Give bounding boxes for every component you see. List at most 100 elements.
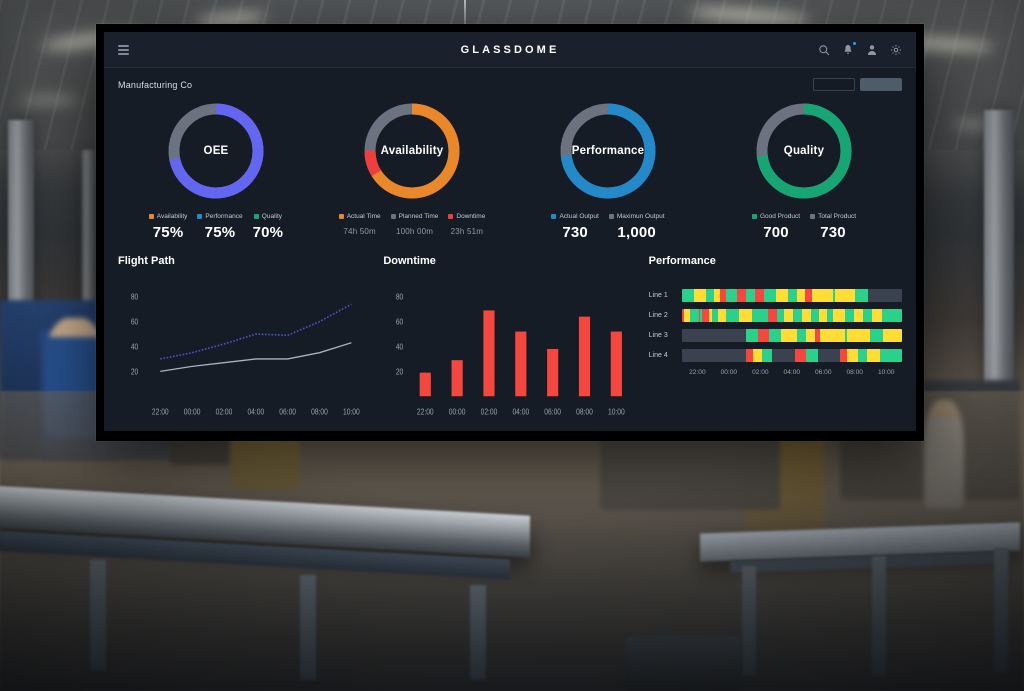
gauge-legend: Good Product 700 Total Product 730 <box>751 213 856 241</box>
legend-swatch-icon <box>751 214 757 219</box>
bell-icon[interactable] <box>842 41 856 56</box>
timeline-segment-good <box>806 349 819 362</box>
legend-item: Maximun Output 1,000 <box>608 213 665 241</box>
gauge-card-availability: Availability Actual Time 74h 50m Planned Ti… <box>314 99 510 241</box>
legend-label-row: Quality <box>253 213 283 220</box>
performance-timeline: Line 1 Line 2 Line 3 Line 4 22:00 00:00 02:00… <box>649 277 902 423</box>
timeline-bar[interactable] <box>681 309 902 322</box>
x-axis-tick-label: 10:00 <box>343 407 360 417</box>
timeline-segment-warn <box>801 309 811 322</box>
legend-item: Total Product 730 <box>810 213 856 241</box>
x-axis-tick-label: 08:00 <box>846 369 863 376</box>
bar <box>611 331 623 397</box>
legend-name: Performance <box>205 213 243 220</box>
donut-chart-quality: Quality <box>752 99 856 203</box>
legend-item: Availability 75% <box>148 213 188 241</box>
x-axis-tick-label: 22:00 <box>417 407 434 417</box>
legend-label-row: Total Product <box>810 213 856 220</box>
timeline-segment-idle <box>681 349 746 362</box>
toggle-button-right[interactable] <box>860 78 902 91</box>
donut-label: OEE <box>203 145 229 157</box>
timeline-segment-good <box>751 309 768 322</box>
timeline-segment-warn <box>820 329 845 342</box>
panel-performance-timeline: Performance Line 1 Line 2 Line 3 Line 4 22:… <box>649 255 902 423</box>
legend-value: 74h 50m <box>343 227 376 236</box>
timeline-segment-idle <box>818 349 841 362</box>
legend-value: 100h 00m <box>395 227 434 236</box>
timeline-segment-warn <box>833 309 845 322</box>
user-icon[interactable] <box>866 44 878 56</box>
legend-label-row: Actual Output <box>551 213 599 220</box>
legend-swatch-icon <box>148 214 154 219</box>
x-axis-tick-label: 22:00 <box>152 407 169 417</box>
timeline-segment-good <box>788 289 798 302</box>
legend-swatch-icon <box>197 214 203 219</box>
kpi-gauge-row: OEE Availability 75% Performance 75% Quality 7… <box>118 99 902 241</box>
x-axis-tick-label: 10:00 <box>608 407 625 417</box>
gauge-card-performance: Performance Actual Output 730 Maximun Outpu… <box>510 99 706 241</box>
timeline-segment-good <box>854 289 868 302</box>
x-axis-tick-label: 02:00 <box>216 407 233 417</box>
timeline-segment-warn <box>739 309 752 322</box>
legend-label-row: Downtime <box>448 213 485 220</box>
organization-name: Manufacturing Co <box>118 79 193 90</box>
flight-path-title: Flight Path <box>118 255 175 267</box>
bar <box>483 310 495 397</box>
y-axis-tick-label: 40 <box>396 342 403 352</box>
bar <box>420 372 432 397</box>
toggle-button-left[interactable] <box>813 78 855 91</box>
timeline-bar[interactable] <box>681 289 902 302</box>
legend-label-row: Good Product <box>751 213 800 220</box>
notification-badge <box>852 41 856 45</box>
legend-item: Downtime 23h 51m <box>448 213 485 236</box>
donut-label: Performance <box>571 145 645 157</box>
sub-header: Manufacturing Co <box>118 78 902 91</box>
timeline-rows: Line 1 Line 2 Line 3 Line 4 <box>649 289 902 362</box>
charts-row: Flight Path 20 40 60 80 22:00 00:00 02:00 04:00… <box>118 255 902 423</box>
gauge-card-quality: Quality Good Product 700 Total Product 730 <box>706 99 902 241</box>
y-axis-tick-label: 60 <box>131 317 138 327</box>
x-axis-tick-label: 08:00 <box>576 407 593 417</box>
donut-label: Availability <box>380 145 444 157</box>
y-axis-tick-label: 80 <box>396 292 403 302</box>
timeline-bar[interactable] <box>681 329 902 342</box>
legend-name: Availability <box>156 213 188 220</box>
gauge-legend: Actual Output 730 Maximun Output 1,000 <box>551 213 665 241</box>
timeline-segment-warn <box>872 309 883 322</box>
legend-item: Planned Time 100h 00m <box>390 213 438 236</box>
timeline-segment-bad <box>840 349 847 362</box>
timeline-segment-bad <box>804 289 812 302</box>
x-axis-tick-label: 10:00 <box>877 369 895 376</box>
panel-flight-path: Flight Path 20 40 60 80 22:00 00:00 02:00 04:00… <box>118 255 371 423</box>
timeline-row: Line 3 <box>649 329 902 342</box>
search-icon[interactable] <box>818 44 830 56</box>
timeline-x-axis: 22:00 00:00 02:00 04:00 06:00 08:00 10:00 <box>649 369 902 376</box>
gear-icon[interactable] <box>890 44 902 56</box>
timeline-segment-warn <box>797 289 805 302</box>
timeline-segment-bad <box>795 349 807 362</box>
timeline-segment-good <box>705 289 714 302</box>
hamburger-icon[interactable] <box>118 44 129 55</box>
x-axis-tick-label: 04:00 <box>513 407 530 417</box>
timeline-segment-warn <box>866 349 880 362</box>
flight-path-chart: 20 40 60 80 22:00 00:00 02:00 04:00 06:00 08:00 10… <box>118 277 371 423</box>
timeline-segment-good <box>725 289 737 302</box>
timeline-bar[interactable] <box>681 349 902 362</box>
monitor-hanging-wire <box>464 0 466 26</box>
legend-value: 730 <box>562 224 588 241</box>
x-axis-tick-label: 22:00 <box>689 369 706 376</box>
legend-item: Actual Time 74h 50m <box>338 213 381 236</box>
legend-name: Quality <box>261 213 283 220</box>
bar <box>451 360 464 397</box>
timeline-segment-warn <box>818 309 827 322</box>
downtime-chart: 20 40 60 80 22:00 00:00 02:00 04:00 06:00 08:00 10… <box>383 277 636 423</box>
timeline-segment-good <box>776 309 784 322</box>
timeline-segment-idle <box>771 349 796 362</box>
timeline-segment-good <box>862 309 873 322</box>
timeline-segment-warn <box>753 349 763 362</box>
bar <box>579 316 591 397</box>
timeline-segment-good <box>826 309 834 322</box>
x-axis-tick-label: 00:00 <box>720 369 738 376</box>
timeline-segment-good <box>725 309 740 322</box>
timeline-segment-idle <box>681 329 746 342</box>
